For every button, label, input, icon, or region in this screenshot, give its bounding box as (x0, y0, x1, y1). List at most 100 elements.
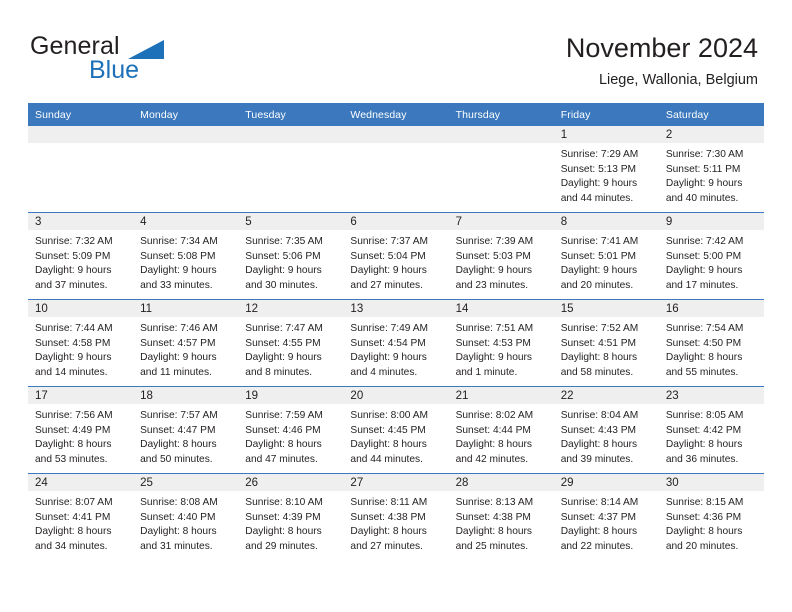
calendar-week-row: 3 Sunrise: 7:32 AM Sunset: 5:09 PM Daylight… (28, 212, 764, 300)
sunrise-time: Sunrise: 7:39 AM (455, 236, 534, 247)
sunset-time: Sunset: 4:55 PM (245, 337, 321, 349)
sunset-time: Sunset: 5:01 PM (560, 250, 637, 262)
day-cell[interactable]: 27 Sunrise: 8:11 AM Sunset: 4:38 PM Dayligh… (343, 473, 449, 560)
day-cell[interactable]: 30 Sunrise: 8:15 AM Sunset: 4:36 PM Dayligh… (658, 473, 764, 560)
day-cell[interactable]: 3 Sunrise: 7:32 AM Sunset: 5:09 PM Daylight… (28, 212, 134, 300)
day-cell[interactable]: 9 Sunrise: 7:42 AM Sunset: 5:00 PM Daylight… (658, 212, 764, 300)
sunset-time: Sunset: 4:42 PM (665, 424, 742, 436)
sunrise-time: Sunrise: 7:52 AM (560, 323, 639, 334)
day-cell[interactable]: 21 Sunrise: 8:02 AM Sunset: 4:44 PM Dayligh… (448, 386, 554, 474)
sunrise-time: Sunrise: 7:56 AM (35, 410, 113, 421)
day-cell-body: Sunrise: 8:11 AM Sunset: 4:38 PM Daylight:… (343, 491, 448, 554)
day-cell[interactable]: 25 Sunrise: 8:08 AM Sunset: 4:40 PM Dayligh… (133, 473, 239, 560)
day-cell-body: Sunrise: 7:34 AM Sunset: 5:08 PM Daylight:… (133, 230, 238, 293)
day-cell[interactable]: 12 Sunrise: 7:47 AM Sunset: 4:55 PM Dayligh… (238, 299, 344, 387)
day-number: 15 (553, 300, 659, 317)
day-cell[interactable]: 19 Sunrise: 7:59 AM Sunset: 4:46 PM Dayligh… (238, 386, 344, 474)
sunrise-time: Sunrise: 7:32 AM (35, 236, 113, 247)
calendar-week-row: 1 Sunrise: 7:29 AM Sunset: 5:13 PM Daylight… (28, 126, 764, 213)
daylight-duration-line1: Daylight: 8 hours (140, 526, 217, 538)
day-cell[interactable]: 20 Sunrise: 8:00 AM Sunset: 4:45 PM Dayligh… (343, 386, 449, 474)
daylight-duration-line2: and 27 minutes. (350, 540, 423, 552)
day-cell-body: Sunrise: 7:30 AM Sunset: 5:11 PM Daylight:… (659, 143, 764, 206)
day-cell[interactable]: 6 Sunrise: 7:37 AM Sunset: 5:04 PM Daylight… (343, 212, 449, 300)
day-cell[interactable]: 11 Sunrise: 7:46 AM Sunset: 4:57 PM Dayligh… (133, 299, 239, 387)
daylight-duration-line1: Daylight: 8 hours (665, 439, 743, 451)
daylight-duration-line1: Daylight: 8 hours (560, 439, 638, 451)
day-cell[interactable]: 28 Sunrise: 8:13 AM Sunset: 4:38 PM Dayligh… (448, 473, 554, 560)
daylight-duration-line2: and 8 minutes. (245, 366, 313, 378)
sunset-time: Sunset: 4:49 PM (35, 424, 111, 436)
sunset-time: Sunset: 4:38 PM (350, 511, 426, 523)
day-cell-empty (238, 126, 344, 213)
day-cell[interactable]: 22 Sunrise: 8:04 AM Sunset: 4:43 PM Dayligh… (553, 386, 659, 474)
daylight-duration-line2: and 20 minutes. (560, 279, 634, 291)
day-cell-body: Sunrise: 7:35 AM Sunset: 5:06 PM Daylight:… (238, 230, 343, 293)
day-cell-body: Sunrise: 7:42 AM Sunset: 5:00 PM Daylight:… (659, 230, 764, 293)
day-cell[interactable]: 16 Sunrise: 7:54 AM Sunset: 4:50 PM Dayligh… (658, 299, 764, 387)
daylight-duration-line1: Daylight: 9 hours (140, 352, 217, 364)
day-number: 22 (553, 387, 659, 404)
sunset-time: Sunset: 5:03 PM (455, 250, 531, 262)
daylight-duration-line1: Daylight: 9 hours (350, 352, 427, 364)
sunset-time: Sunset: 5:00 PM (665, 250, 742, 262)
day-number: 6 (343, 213, 449, 230)
day-cell[interactable]: 23 Sunrise: 8:05 AM Sunset: 4:42 PM Dayligh… (658, 386, 764, 474)
sunrise-time: Sunrise: 7:54 AM (665, 323, 744, 334)
day-cell-empty (343, 126, 449, 213)
day-cell[interactable]: 17 Sunrise: 7:56 AM Sunset: 4:49 PM Dayligh… (28, 386, 134, 474)
daylight-duration-line1: Daylight: 9 hours (665, 265, 743, 277)
daylight-duration-line1: Daylight: 9 hours (35, 352, 112, 364)
daylight-duration-line2: and 44 minutes. (560, 192, 634, 204)
brand-logo[interactable]: General Blue (30, 34, 260, 90)
day-cell[interactable]: 8 Sunrise: 7:41 AM Sunset: 5:01 PM Daylight… (553, 212, 659, 300)
day-cell-body: Sunrise: 7:39 AM Sunset: 5:03 PM Daylight:… (449, 230, 554, 293)
sunset-time: Sunset: 4:41 PM (35, 511, 111, 523)
day-number: 3 (28, 213, 134, 230)
daylight-duration-line2: and 33 minutes. (140, 279, 213, 291)
day-cell[interactable]: 2 Sunrise: 7:30 AM Sunset: 5:11 PM Daylight… (658, 126, 764, 213)
sunrise-time: Sunrise: 8:14 AM (560, 497, 639, 508)
sunset-time: Sunset: 5:09 PM (35, 250, 111, 262)
day-number: 29 (553, 474, 659, 491)
daylight-duration-line1: Daylight: 8 hours (665, 352, 743, 364)
day-number: 24 (28, 474, 134, 491)
daylight-duration-line2: and 50 minutes. (140, 453, 213, 465)
daylight-duration-line1: Daylight: 9 hours (350, 265, 427, 277)
day-number (28, 126, 134, 143)
day-number: 10 (28, 300, 134, 317)
day-cell[interactable]: 15 Sunrise: 7:52 AM Sunset: 4:51 PM Dayligh… (553, 299, 659, 387)
day-cell[interactable]: 1 Sunrise: 7:29 AM Sunset: 5:13 PM Daylight… (553, 126, 659, 213)
day-cell-body: Sunrise: 8:02 AM Sunset: 4:44 PM Daylight:… (449, 404, 554, 467)
daylight-duration-line2: and 29 minutes. (245, 540, 318, 552)
day-cell[interactable]: 18 Sunrise: 7:57 AM Sunset: 4:47 PM Dayligh… (133, 386, 239, 474)
day-cell-body: Sunrise: 8:00 AM Sunset: 4:45 PM Daylight:… (343, 404, 448, 467)
daylight-duration-line1: Daylight: 8 hours (560, 352, 638, 364)
daylight-duration-line1: Daylight: 8 hours (455, 526, 533, 538)
day-cell-body: Sunrise: 7:47 AM Sunset: 4:55 PM Daylight:… (238, 317, 343, 380)
day-cell[interactable]: 7 Sunrise: 7:39 AM Sunset: 5:03 PM Daylight… (448, 212, 554, 300)
day-cell-empty (28, 126, 134, 213)
sunrise-time: Sunrise: 7:46 AM (140, 323, 218, 334)
day-cell[interactable]: 24 Sunrise: 8:07 AM Sunset: 4:41 PM Dayligh… (28, 473, 134, 560)
day-cell[interactable]: 4 Sunrise: 7:34 AM Sunset: 5:08 PM Daylight… (133, 212, 239, 300)
day-cell[interactable]: 13 Sunrise: 7:49 AM Sunset: 4:54 PM Dayligh… (343, 299, 449, 387)
day-cell[interactable]: 29 Sunrise: 8:14 AM Sunset: 4:37 PM Dayligh… (553, 473, 659, 560)
day-cell[interactable]: 5 Sunrise: 7:35 AM Sunset: 5:06 PM Daylight… (238, 212, 344, 300)
day-cell-body (343, 143, 448, 148)
day-cell-body: Sunrise: 7:46 AM Sunset: 4:57 PM Daylight:… (133, 317, 238, 380)
daylight-duration-line2: and 44 minutes. (350, 453, 423, 465)
day-cell-body: Sunrise: 7:37 AM Sunset: 5:04 PM Daylight:… (343, 230, 448, 293)
daylight-duration-line2: and 14 minutes. (35, 366, 108, 378)
day-cell-body (133, 143, 238, 148)
day-cell[interactable]: 10 Sunrise: 7:44 AM Sunset: 4:58 PM Dayligh… (28, 299, 134, 387)
day-cell[interactable]: 26 Sunrise: 8:10 AM Sunset: 4:39 PM Dayligh… (238, 473, 344, 560)
brand-name-blue: Blue (89, 56, 140, 84)
daylight-duration-line2: and 20 minutes. (665, 540, 739, 552)
sunset-time: Sunset: 4:37 PM (560, 511, 637, 523)
daylight-duration-line1: Daylight: 8 hours (455, 439, 533, 451)
day-cell[interactable]: 14 Sunrise: 7:51 AM Sunset: 4:53 PM Dayligh… (448, 299, 554, 387)
day-cell-body: Sunrise: 8:13 AM Sunset: 4:38 PM Daylight:… (449, 491, 554, 554)
daylight-duration-line2: and 17 minutes. (665, 279, 739, 291)
sunset-time: Sunset: 4:45 PM (350, 424, 426, 436)
